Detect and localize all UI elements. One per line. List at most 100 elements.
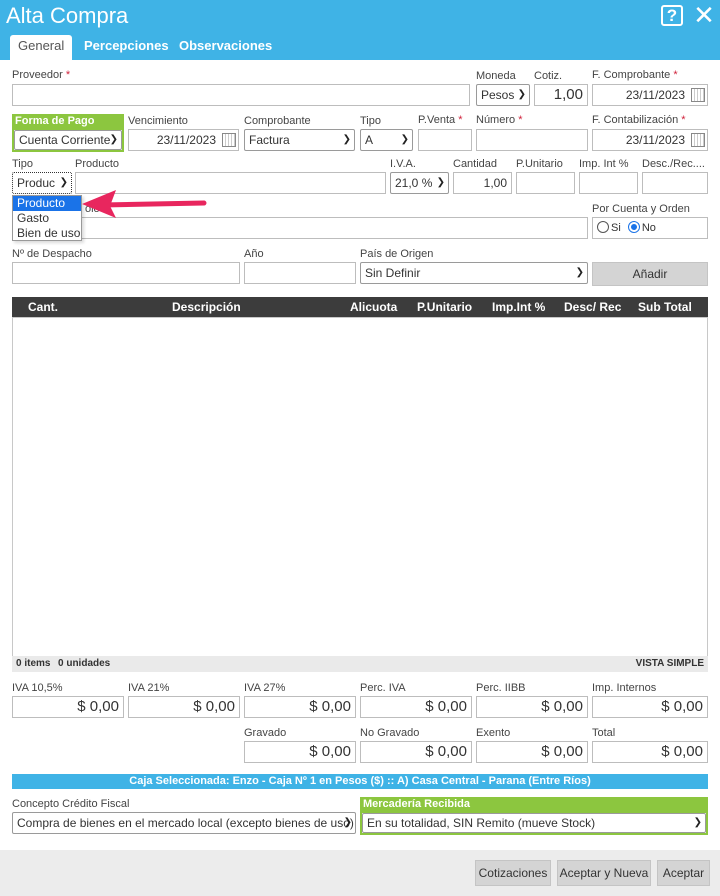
moneda-label: Moneda xyxy=(476,70,516,82)
tipo-item-label: Tipo xyxy=(12,158,33,170)
total-value: $ 0,00 xyxy=(244,741,356,763)
numero-input[interactable] xyxy=(476,129,588,151)
calendar-icon[interactable] xyxy=(691,88,705,102)
close-icon[interactable]: ✕ xyxy=(692,2,716,28)
pais-select[interactable]: Sin Definir ❯ xyxy=(360,262,588,284)
calendar-icon[interactable] xyxy=(691,133,705,147)
pais-label: País de Origen xyxy=(360,248,434,260)
total-label: IVA 21% xyxy=(128,682,170,694)
por-cuenta-label: Por Cuenta y Orden xyxy=(592,203,690,215)
aceptar-nueva-button[interactable]: Aceptar y Nueva xyxy=(557,860,651,886)
comprobante-label: Comprobante xyxy=(244,115,311,127)
vista-simple-toggle[interactable]: VISTA SIMPLE xyxy=(636,658,704,669)
radio-si[interactable] xyxy=(597,221,609,233)
grid-header: Cant. Descripción Alicuota P.Unitario Im… xyxy=(12,297,708,317)
f-comprobante-input[interactable]: 23/11/2023 xyxy=(592,84,708,106)
comprobante-select[interactable]: Factura ❯ xyxy=(244,129,355,151)
proveedor-input[interactable] xyxy=(12,84,470,106)
calendar-icon[interactable] xyxy=(222,133,236,147)
tipo-comprobante-label: Tipo xyxy=(360,115,381,127)
pventa-input[interactable] xyxy=(418,129,472,151)
cantidad-input[interactable]: 1,00 xyxy=(453,172,512,194)
total-value: $ 0,00 xyxy=(12,696,124,718)
iva-select[interactable]: 21,0 % ❯ xyxy=(390,172,449,194)
aceptar-button[interactable]: Aceptar xyxy=(657,860,710,886)
col-impint[interactable]: Imp.Int % xyxy=(492,300,545,314)
total-value: $ 0,00 xyxy=(360,741,472,763)
total-label: IVA 27% xyxy=(244,682,286,694)
desc-rec-input[interactable] xyxy=(642,172,708,194)
cotiz-label: Cotiz. xyxy=(534,70,563,82)
total-value: $ 0,00 xyxy=(244,696,356,718)
anio-input[interactable] xyxy=(244,262,356,284)
por-cuenta-radio-group: Si No xyxy=(592,217,708,239)
producto-label: Producto xyxy=(75,158,120,170)
concepto-select[interactable]: Compra de bienes en el mercado local (ex… xyxy=(12,812,356,834)
total-value: $ 0,00 xyxy=(592,696,708,718)
window-title: Alta Compra xyxy=(6,3,129,28)
total-value: $ 0,00 xyxy=(476,741,588,763)
col-punitario[interactable]: P.Unitario xyxy=(417,300,472,314)
despacho-input[interactable] xyxy=(12,262,240,284)
tipo-comprobante-select[interactable]: A ❯ xyxy=(360,129,413,151)
forma-pago-label: Forma de Pago xyxy=(12,114,124,128)
dropdown-option-bien-de-uso[interactable]: Bien de uso xyxy=(13,226,81,241)
annotation-arrow-icon xyxy=(82,190,207,218)
cotizaciones-button[interactable]: Cotizaciones xyxy=(475,860,551,886)
total-label: No Gravado xyxy=(360,727,420,739)
units-count: 0 unidades xyxy=(58,658,111,669)
total-label: Total xyxy=(592,727,616,739)
radio-si-label: Si xyxy=(611,222,621,234)
f-contab-input[interactable]: 23/11/2023 xyxy=(592,129,708,151)
pventa-label: P.Venta * xyxy=(418,114,463,126)
detalle-input[interactable] xyxy=(12,217,588,239)
tab-general[interactable]: General xyxy=(10,35,73,60)
anadir-button[interactable]: Añadir xyxy=(592,262,708,286)
cotiz-input[interactable]: 1,00 xyxy=(534,84,588,106)
punitario-input[interactable] xyxy=(516,172,575,194)
total-value: $ 0,00 xyxy=(592,741,708,763)
vencimiento-label: Vencimiento xyxy=(128,115,188,127)
grid-footer: 0 items 0 unidades VISTA SIMPLE xyxy=(12,656,708,672)
col-desc-rec[interactable]: Desc/ Rec xyxy=(564,300,621,314)
total-label: IVA 10,5% xyxy=(12,682,63,694)
impint-label: Imp. Int % xyxy=(579,158,629,170)
total-label: Imp. Internos xyxy=(592,682,657,694)
mercaderia-select[interactable]: En su totalidad, SIN Remito (mueve Stock… xyxy=(362,813,706,833)
concepto-label: Concepto Crédito Fiscal xyxy=(12,798,130,810)
col-subtotal[interactable]: Sub Total xyxy=(638,300,692,314)
moneda-select[interactable]: Pesos ❯ xyxy=(476,84,530,106)
total-value: $ 0,00 xyxy=(128,696,240,718)
mercaderia-label: Mercadería Recibida xyxy=(360,797,708,811)
help-icon[interactable]: ? xyxy=(661,5,683,26)
radio-no-label: No xyxy=(641,222,656,234)
items-count: 0 items xyxy=(16,658,51,669)
total-value: $ 0,00 xyxy=(360,696,472,718)
tipo-item-select[interactable]: Produc ❯ xyxy=(12,172,72,194)
col-alicuota[interactable]: Alicuota xyxy=(350,300,397,314)
despacho-label: Nº de Despacho xyxy=(12,248,92,260)
impint-input[interactable] xyxy=(579,172,638,194)
total-label: Gravado xyxy=(244,727,287,739)
iva-label: I.V.A. xyxy=(390,158,416,170)
forma-pago-select[interactable]: Cuenta Corriente ❯ xyxy=(14,130,122,150)
punitario-label: P.Unitario xyxy=(516,158,563,170)
f-comprobante-label: F. Comprobante * xyxy=(592,69,678,81)
tab-observaciones[interactable]: Observaciones xyxy=(171,35,280,60)
col-cant[interactable]: Cant. xyxy=(28,300,58,314)
total-value: $ 0,00 xyxy=(476,696,588,718)
anio-label: Año xyxy=(244,248,264,260)
caja-info-bar: Caja Seleccionada: Enzo - Caja Nº 1 en P… xyxy=(12,774,708,789)
col-descripcion[interactable]: Descripción xyxy=(172,300,241,314)
vencimiento-input[interactable]: 23/11/2023 xyxy=(128,129,239,151)
grid-body[interactable] xyxy=(12,317,708,672)
numero-label: Número * xyxy=(476,114,523,126)
desc-rec-label: Desc./Rec.... xyxy=(642,158,705,170)
cantidad-label: Cantidad xyxy=(453,158,498,170)
tab-percepciones[interactable]: Percepciones xyxy=(76,35,177,60)
total-label: Exento xyxy=(476,727,511,739)
radio-no[interactable] xyxy=(627,221,640,233)
total-label: Perc. IVA xyxy=(360,682,406,694)
f-contab-label: F. Contabilización * xyxy=(592,114,686,126)
total-label: Perc. IIBB xyxy=(476,682,526,694)
